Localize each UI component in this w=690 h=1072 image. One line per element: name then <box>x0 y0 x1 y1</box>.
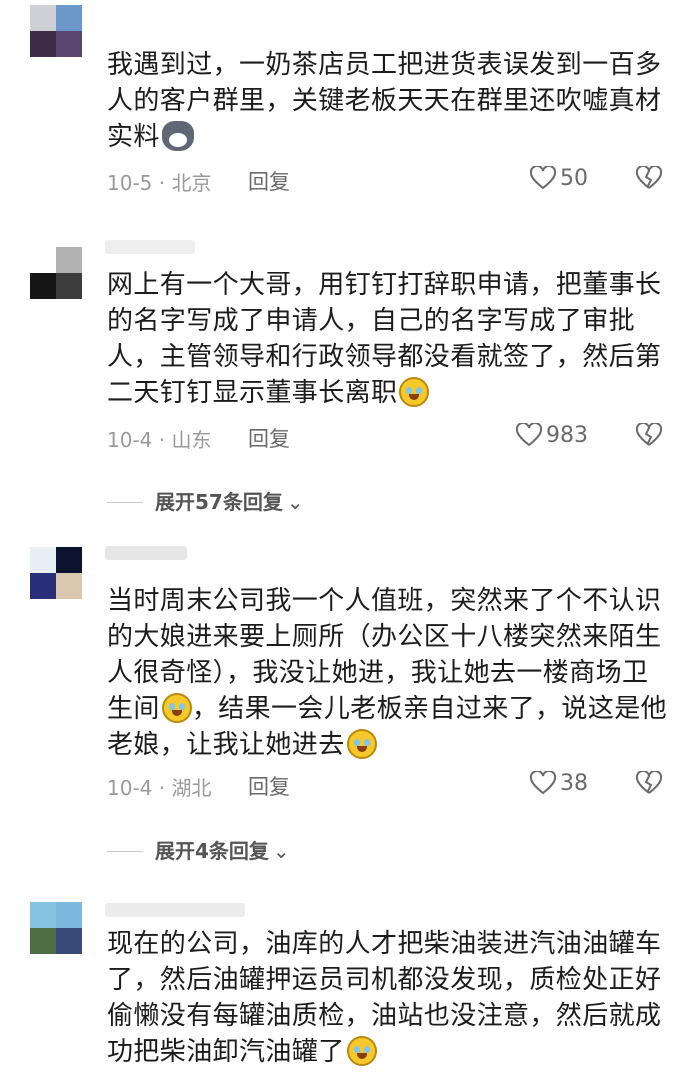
comment-text: 我遇到过，一奶茶店员工把进货表误发到一百多人的客户群里，关键老板天天在群里还吹嘘… <box>107 47 667 155</box>
chevron-down-icon: ⌄ <box>272 839 290 863</box>
comment-text-content: 现在的公司，油库的人才把柴油装进汽油油罐车了，然后油罐押运员司机都没发现，质检处… <box>107 929 662 1067</box>
broken-heart-icon <box>635 421 663 446</box>
expand-replies-button[interactable]: 展开57条回复 ⌄ <box>107 486 304 515</box>
like-count: 983 <box>546 423 588 448</box>
comment-meta: 10-4 · 山东 <box>107 428 212 452</box>
like-count: 50 <box>560 166 588 191</box>
heart-icon <box>529 769 557 795</box>
comment-text-content: 网上有一个大哥，用钉钉打辞职申请，把董事长的名字写成了申请人，自己的名字写成了审… <box>107 270 662 408</box>
broken-heart-icon <box>635 769 663 794</box>
comment-meta: 10-5 · 北京 <box>107 171 212 195</box>
comment-text: 网上有一个大哥，用钉钉打辞职申请，把董事长的名字写成了申请人，自己的名字写成了审… <box>107 267 667 411</box>
dislike-button[interactable] <box>635 164 663 194</box>
expand-replies-label: 展开57条回复 <box>155 490 283 514</box>
avatar[interactable] <box>30 247 82 299</box>
tears-of-joy-emoji-icon <box>346 729 377 759</box>
divider-line <box>107 851 143 852</box>
like-button[interactable]: 38 <box>529 769 588 796</box>
avatar[interactable] <box>30 5 82 57</box>
tears-of-joy-emoji-icon <box>161 693 192 723</box>
tears-of-joy-emoji-icon <box>346 1036 377 1066</box>
username-blurred[interactable] <box>105 546 187 560</box>
dislike-button[interactable] <box>635 769 663 799</box>
username-blurred[interactable] <box>105 903 245 917</box>
heart-icon <box>529 164 557 190</box>
avatar[interactable] <box>30 547 82 599</box>
like-count: 38 <box>560 771 588 796</box>
like-button[interactable]: 983 <box>515 421 588 448</box>
comment-text: 现在的公司，油库的人才把柴油装进汽油油罐车了，然后油罐押运员司机都没发现，质检处… <box>107 926 667 1070</box>
dislike-button[interactable] <box>635 421 663 451</box>
reply-button[interactable]: 回复 <box>248 166 290 196</box>
comment-meta: 10-4 · 湖北 <box>107 776 212 800</box>
reply-button[interactable]: 回复 <box>248 771 290 801</box>
expand-replies-label: 展开4条回复 <box>155 839 269 863</box>
chevron-down-icon: ⌄ <box>286 490 304 514</box>
avatar[interactable] <box>30 902 82 954</box>
like-button[interactable]: 50 <box>529 164 588 191</box>
heart-icon <box>515 421 543 447</box>
broken-heart-icon <box>635 164 663 189</box>
comment-text: 当时周末公司我一个人值班，突然来了个不认识的大娘进来要上厕所（办公区十八楼突然来… <box>107 583 667 763</box>
cat-emoji-icon <box>161 121 194 151</box>
username-blurred[interactable] <box>105 240 195 254</box>
reply-button[interactable]: 回复 <box>248 423 290 453</box>
divider-line <box>107 502 143 503</box>
tears-of-joy-emoji-icon <box>399 377 430 407</box>
expand-replies-button[interactable]: 展开4条回复 ⌄ <box>107 835 290 864</box>
